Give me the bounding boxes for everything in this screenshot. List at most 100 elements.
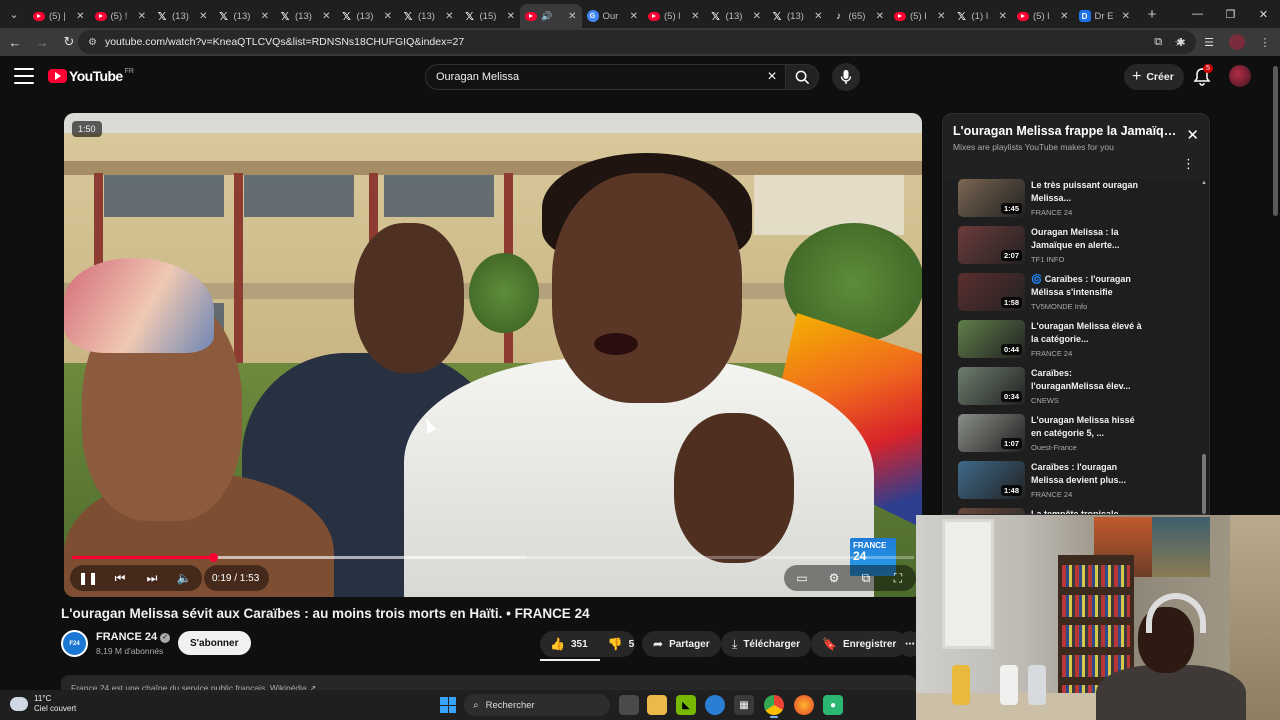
settings-button[interactable]: ⚙	[820, 567, 848, 589]
playlist-item[interactable]: 1:48 Caraïbes : l'ouragan Melissa devient…	[958, 461, 1198, 503]
address-bar[interactable]: ⚙ youtube.com/watch?v=KneaQTLCVQs&list=R…	[78, 30, 1196, 54]
weather-widget[interactable]: 11°C Ciel couvert	[10, 694, 76, 714]
back-button[interactable]: ←	[3, 30, 27, 54]
nvidia-app-icon[interactable]: ◣	[676, 695, 696, 715]
save-button[interactable]: 🔖 Enregistrer	[811, 631, 908, 657]
url-text[interactable]: youtube.com/watch?v=KneaQTLCVQs&list=RDN…	[105, 36, 1154, 48]
browser-tab[interactable]: (5) l ✕	[643, 4, 705, 28]
close-tab-icon[interactable]: ✕	[753, 11, 761, 22]
close-tab-icon[interactable]: ✕	[138, 11, 146, 22]
video-thumbnail[interactable]: 1:07	[958, 414, 1025, 452]
browser-tab[interactable]: (5) I ✕	[889, 4, 951, 28]
start-button[interactable]	[440, 697, 456, 713]
browser-tab[interactable]: 𝕏 (13) ✕	[151, 4, 213, 28]
video-thumbnail[interactable]: 0:34	[958, 367, 1025, 405]
playlist-item[interactable]: 1:45 Le très puissant ouragan Melissa... F…	[958, 179, 1198, 221]
clear-search-icon[interactable]: ×	[759, 68, 785, 86]
browser-tab[interactable]: (5) ! ✕	[90, 4, 152, 28]
install-app-icon[interactable]: ⧉	[1154, 36, 1162, 49]
close-tab-icon[interactable]: ✕	[814, 11, 822, 22]
firefox-icon[interactable]	[794, 695, 814, 715]
close-tab-icon[interactable]: ✕	[199, 11, 207, 22]
minimize-button[interactable]: —	[1181, 0, 1214, 28]
pause-button[interactable]: ❚❚	[74, 567, 102, 589]
like-button[interactable]: 👍 351	[540, 631, 598, 657]
close-tab-icon[interactable]: ✕	[876, 11, 884, 22]
playlist-item[interactable]: 2:07 Ouragan Melissa : la Jamaïque en ale…	[958, 226, 1198, 268]
close-tab-icon[interactable]: ✕	[384, 11, 392, 22]
close-tab-icon[interactable]: ✕	[999, 11, 1007, 22]
close-tab-icon[interactable]: ✕	[1122, 11, 1130, 22]
volume-button[interactable]: 🔈	[170, 567, 198, 589]
edge-browser-icon[interactable]	[705, 695, 725, 715]
browser-tab[interactable]: D Dr E ✕	[1074, 4, 1136, 28]
close-tab-icon[interactable]: ✕	[76, 11, 84, 22]
forward-button[interactable]: →	[30, 30, 54, 54]
browser-tab[interactable]: 𝕏 (1) I ✕	[951, 4, 1013, 28]
playlist-more-icon[interactable]: ⋮	[1182, 156, 1195, 172]
browser-tab[interactable]: (5) | ✕	[28, 4, 90, 28]
playlist-scrollbar-thumb[interactable]	[1202, 454, 1206, 514]
new-tab-button[interactable]: +	[1141, 3, 1163, 25]
close-tab-icon[interactable]: ✕	[691, 11, 699, 22]
close-tab-icon[interactable]: ✕	[630, 11, 638, 22]
video-thumbnail[interactable]: 2:07	[958, 226, 1025, 264]
scroll-up-arrow-icon[interactable]: ▲	[1201, 180, 1207, 186]
close-tab-icon[interactable]: ✕	[507, 11, 515, 22]
close-tab-icon[interactable]: ✕	[261, 11, 269, 22]
channel-name-link[interactable]: FRANCE 24 ✓	[96, 631, 171, 643]
store-icon[interactable]: ▦	[734, 695, 754, 715]
video-thumbnail[interactable]: 0:44	[958, 320, 1025, 358]
close-tab-icon[interactable]: ✕	[445, 11, 453, 22]
miniplayer-button[interactable]: ⧉	[852, 567, 880, 589]
browser-tab[interactable]: 𝕏 (13) ✕	[213, 4, 275, 28]
search-button[interactable]	[785, 64, 819, 90]
task-view-icon[interactable]	[619, 695, 639, 715]
download-button[interactable]: ⤓ Télécharger	[721, 631, 812, 657]
file-explorer-icon[interactable]	[647, 695, 667, 715]
browser-menu-icon[interactable]: ⋮	[1256, 33, 1274, 51]
page-scrollbar-thumb[interactable]	[1273, 66, 1278, 216]
progress-bar[interactable]	[72, 553, 914, 562]
browser-tab[interactable]: 𝕏 (13) ✕	[397, 4, 459, 28]
site-info-icon[interactable]: ⚙	[88, 37, 97, 48]
audio-playing-icon[interactable]: 🔊	[541, 11, 552, 22]
playlist-item[interactable]: 0:34 Caraïbes: l'ouraganMelissa élev... CN…	[958, 367, 1198, 409]
video-thumbnail[interactable]: 1:58	[958, 273, 1025, 311]
browser-tab[interactable]: 𝕏 (13) ✕	[336, 4, 398, 28]
tab-search-button[interactable]: ⌄	[3, 3, 25, 25]
browser-tab[interactable]: (5) l ✕	[1012, 4, 1074, 28]
restore-button[interactable]: ❐	[1214, 0, 1247, 28]
browser-tab[interactable]: 𝕏 (15) ✕	[459, 4, 521, 28]
menu-icon[interactable]	[14, 68, 34, 84]
app-icon[interactable]: ●	[823, 695, 843, 715]
video-thumbnail[interactable]	[958, 508, 1025, 514]
youtube-logo[interactable]: YouTube FR	[48, 68, 134, 84]
subtitles-button[interactable]: ▭	[788, 567, 816, 589]
reading-list-icon[interactable]: ☰	[1200, 33, 1218, 51]
playlist-item[interactable]: La tempête tropicale	[958, 508, 1198, 514]
profile-avatar[interactable]	[1228, 33, 1246, 51]
share-button[interactable]: ➦ Partager	[642, 631, 721, 657]
video-player[interactable]: 1:50 FRANCE 24 ❚❚ ⏮ ⏭ 🔈 0:19 / 1:53 ▭ ⚙ …	[64, 113, 922, 597]
next-button[interactable]: ⏭	[138, 567, 166, 589]
extensions-icon[interactable]: ✱	[1172, 33, 1190, 51]
close-tab-icon[interactable]: ✕	[1060, 11, 1068, 22]
dislike-button[interactable]: 👎 5	[598, 631, 645, 657]
channel-avatar[interactable]: F24	[61, 630, 88, 657]
create-button[interactable]: + Créer	[1124, 64, 1184, 90]
close-window-button[interactable]: ✕	[1247, 0, 1280, 28]
subscribe-button[interactable]: S'abonner	[178, 631, 251, 655]
playlist-item[interactable]: 0:44 L'ouragan Melissa élevé à la catégor…	[958, 320, 1198, 362]
previous-button[interactable]: ⏮	[106, 567, 134, 589]
browser-tab[interactable]: 𝕏 (13) ✕	[274, 4, 336, 28]
browser-tab[interactable]: G Our ✕	[582, 4, 644, 28]
search-input[interactable]	[436, 71, 759, 83]
browser-tab[interactable]: 🔊 ✕	[520, 4, 582, 28]
taskbar-search[interactable]: ⌕ Rechercher	[464, 694, 610, 716]
close-tab-icon[interactable]: ✕	[568, 11, 576, 22]
browser-tab[interactable]: 𝕏 (13) ✕	[705, 4, 767, 28]
video-thumbnail[interactable]: 1:48	[958, 461, 1025, 499]
playlist-title[interactable]: L'ouragan Melissa frappe la Jamaïque...	[953, 124, 1178, 138]
chrome-browser-icon[interactable]	[764, 695, 784, 718]
